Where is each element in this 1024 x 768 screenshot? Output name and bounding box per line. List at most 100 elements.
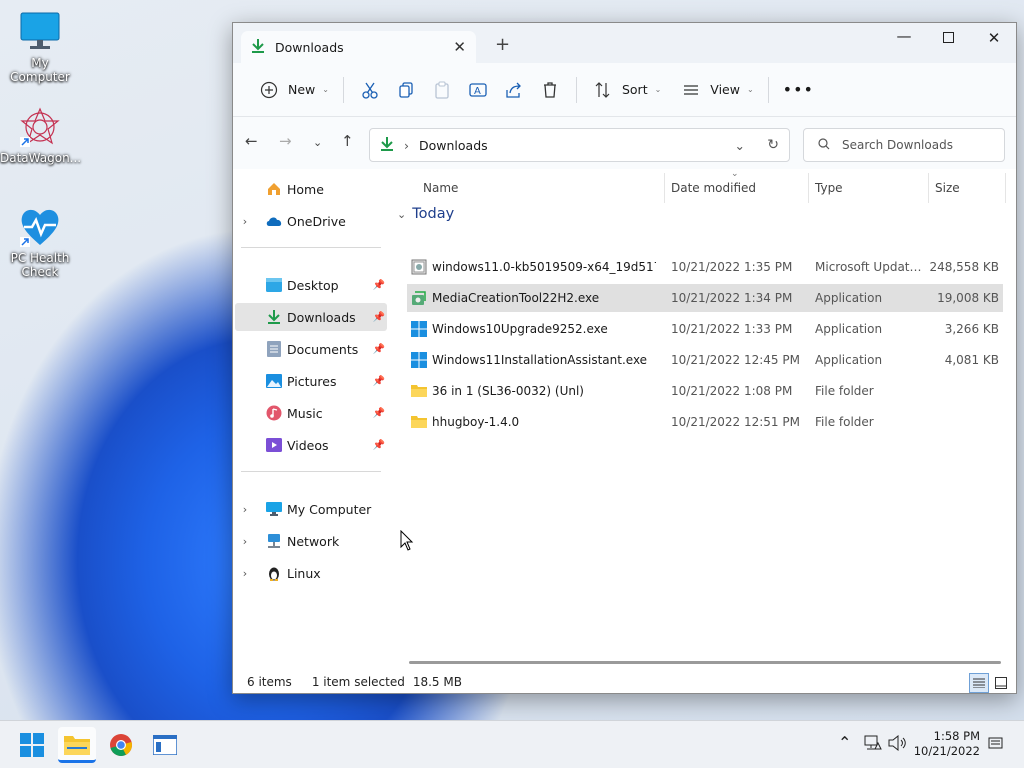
- nav-item-videos[interactable]: Videos 📌: [235, 431, 387, 459]
- nav-item-network[interactable]: › Network: [235, 527, 387, 555]
- more-options-button[interactable]: •••: [777, 73, 820, 107]
- nav-item-documents[interactable]: Documents 📌: [235, 335, 387, 363]
- paste-button[interactable]: [424, 73, 460, 107]
- pin-icon[interactable]: 📌: [373, 280, 385, 291]
- taskbar-chrome[interactable]: [102, 727, 140, 763]
- chevron-down-icon: ⌄: [654, 85, 662, 94]
- nav-item-my-computer[interactable]: › My Computer: [235, 495, 387, 523]
- column-header-size[interactable]: Size: [935, 175, 960, 201]
- chevron-down-icon[interactable]: ⌄: [735, 138, 745, 153]
- file-type: Application: [815, 322, 883, 336]
- nav-label: Pictures: [287, 373, 337, 389]
- close-window-button[interactable]: ✕: [971, 29, 1017, 47]
- back-arrow-icon[interactable]: ←: [245, 132, 258, 150]
- column-header-date-modified[interactable]: Date modified: [671, 175, 756, 201]
- start-button[interactable]: [13, 727, 51, 763]
- group-header-today[interactable]: ⌄ Today: [397, 206, 454, 222]
- refresh-icon[interactable]: ↻: [767, 137, 779, 153]
- details-view-button[interactable]: [969, 673, 989, 693]
- pin-icon[interactable]: 📌: [373, 344, 385, 355]
- nav-item-onedrive[interactable]: › OneDrive: [235, 207, 387, 235]
- title-bar: Downloads ✕ + — ✕: [233, 23, 1016, 63]
- notification-icon[interactable]: [988, 735, 1004, 755]
- nav-label: Desktop: [287, 277, 339, 293]
- search-placeholder: Search Downloads: [842, 138, 953, 152]
- maximize-button[interactable]: [925, 29, 971, 47]
- network-status-icon[interactable]: [864, 735, 882, 755]
- document-icon: [265, 340, 283, 358]
- download-arrow-icon: [380, 136, 394, 155]
- file-row[interactable]: MediaCreationTool22H2.exe 10/21/2022 1:34…: [407, 284, 1003, 312]
- tab-downloads[interactable]: Downloads ✕: [241, 31, 476, 63]
- minimize-button[interactable]: —: [881, 27, 927, 45]
- clipboard-icon: [430, 78, 454, 102]
- picture-icon: [265, 372, 283, 390]
- recent-locations-chevron-icon[interactable]: ⌄: [313, 136, 322, 149]
- nav-item-home[interactable]: Home: [235, 175, 387, 203]
- file-name-cell[interactable]: windows11.0-kb5019509-x64_19d517d38...: [411, 259, 656, 275]
- pin-icon[interactable]: 📌: [373, 376, 385, 387]
- pin-icon[interactable]: 📌: [373, 440, 385, 451]
- new-button[interactable]: New ⌄: [251, 73, 335, 107]
- desktop-icon-pc-health-check[interactable]: PC Health Check: [0, 205, 80, 279]
- file-row[interactable]: Windows10Upgrade9252.exe 10/21/2022 1:33 …: [407, 315, 1003, 343]
- nav-label: Documents: [287, 341, 359, 357]
- cut-button[interactable]: [352, 73, 388, 107]
- taskbar-file-explorer[interactable]: [58, 727, 96, 763]
- sort-label: Sort: [621, 82, 648, 97]
- view-button[interactable]: View ⌄: [673, 73, 759, 107]
- file-row[interactable]: 36 in 1 (SL36-0032) (Unl) 10/21/2022 1:08…: [407, 377, 1003, 405]
- breadcrumb-separator-icon: ›: [404, 137, 409, 153]
- file-row[interactable]: windows11.0-kb5019509-x64_19d517d38... 10…: [407, 253, 1003, 281]
- file-size: 3,266 KB: [944, 322, 999, 336]
- breadcrumb-downloads[interactable]: Downloads: [419, 138, 488, 153]
- chrome-icon: [110, 734, 132, 756]
- volume-icon[interactable]: [888, 734, 908, 755]
- file-name-cell[interactable]: hhugboy-1.4.0: [411, 414, 656, 430]
- pin-icon[interactable]: 📌: [373, 312, 385, 323]
- clock[interactable]: 1:58 PM 10/21/2022: [914, 729, 980, 759]
- chevron-right-icon[interactable]: ›: [235, 503, 255, 516]
- file-name-cell[interactable]: 36 in 1 (SL36-0032) (Unl): [411, 383, 656, 399]
- file-name-cell[interactable]: MediaCreationTool22H2.exe: [411, 290, 656, 306]
- pin-icon[interactable]: 📌: [373, 408, 385, 419]
- desktop-icon-datawagon[interactable]: DataWagon...: [0, 105, 81, 165]
- share-button[interactable]: [496, 73, 532, 107]
- file-list: Name Date modified ⌄ Type Size ⌄ Today w…: [393, 169, 1013, 659]
- new-tab-icon[interactable]: +: [495, 34, 510, 55]
- column-header-name[interactable]: Name: [423, 175, 458, 201]
- show-hidden-icons-chevron-icon[interactable]: ⌃: [838, 733, 851, 752]
- up-arrow-icon[interactable]: ↑: [341, 132, 354, 150]
- taskbar-app[interactable]: [146, 727, 184, 763]
- nav-item-pictures[interactable]: Pictures 📌: [235, 367, 387, 395]
- nav-item-downloads[interactable]: Downloads 📌: [235, 303, 387, 331]
- search-input[interactable]: Search Downloads: [803, 128, 1005, 162]
- ellipsis-icon: •••: [782, 80, 814, 99]
- file-name-cell[interactable]: Windows11InstallationAssistant.exe: [411, 352, 656, 368]
- sort-button[interactable]: Sort ⌄: [585, 73, 667, 107]
- address-bar[interactable]: › Downloads ⌄ ↻: [369, 128, 790, 162]
- horizontal-scrollbar[interactable]: [409, 661, 1001, 664]
- forward-arrow-icon[interactable]: →: [279, 132, 292, 150]
- chevron-right-icon[interactable]: ›: [235, 215, 255, 228]
- nav-item-music[interactable]: Music 📌: [235, 399, 387, 427]
- desktop-icon-my-computer[interactable]: My Computer: [0, 10, 80, 84]
- rename-button[interactable]: A: [460, 73, 496, 107]
- file-row[interactable]: Windows11InstallationAssistant.exe 10/21/…: [407, 346, 1003, 374]
- nav-item-linux[interactable]: › Linux: [235, 559, 387, 587]
- file-name-cell[interactable]: Windows10Upgrade9252.exe: [411, 321, 656, 337]
- delete-button[interactable]: [532, 73, 568, 107]
- large-icons-view-button[interactable]: [991, 673, 1011, 693]
- chevron-right-icon[interactable]: ›: [235, 567, 255, 580]
- nav-label: Linux: [287, 565, 321, 581]
- copy-button[interactable]: [388, 73, 424, 107]
- column-header-type[interactable]: Type: [815, 175, 843, 201]
- search-icon: [818, 137, 830, 153]
- close-tab-icon[interactable]: ✕: [453, 38, 466, 56]
- divider: [928, 173, 929, 203]
- chevron-right-icon[interactable]: ›: [235, 535, 255, 548]
- nav-label: Downloads: [287, 309, 356, 325]
- file-type: File folder: [815, 384, 874, 398]
- file-row[interactable]: hhugboy-1.4.0 10/21/2022 12:51 PM File fol…: [407, 408, 1003, 436]
- nav-item-desktop[interactable]: Desktop 📌: [235, 271, 387, 299]
